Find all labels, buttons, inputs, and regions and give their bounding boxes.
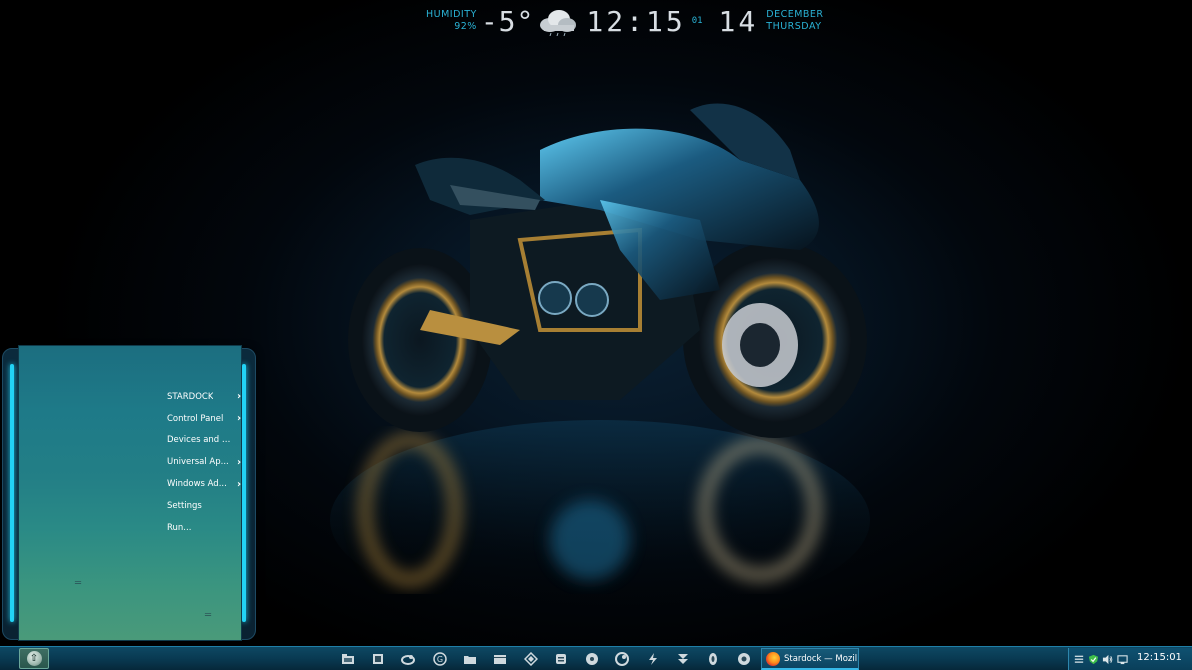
g-app-icon[interactable]: G: [432, 651, 448, 667]
humidity-block: HUMIDITY 92%: [426, 9, 477, 33]
network-icon[interactable]: [1116, 653, 1128, 665]
menu-item-control-panel[interactable]: Control Panel ›: [167, 408, 243, 430]
widget-seconds: 01: [691, 16, 703, 26]
menu-item-label: Run...: [167, 522, 192, 533]
task-label: Stardock — Mozil...: [784, 653, 858, 664]
shield-check-icon[interactable]: [1087, 653, 1099, 665]
menu-item-label: Universal Ap...: [167, 457, 229, 468]
start-menu-panel: STARDOCK › Control Panel › Devices and P…: [18, 345, 242, 641]
firefox-icon: [766, 651, 780, 666]
menu-item-universal-apps[interactable]: Universal Ap... ›: [167, 451, 243, 473]
start-menu-glow-left: [10, 364, 14, 622]
start-button[interactable]: ⇧: [19, 648, 49, 669]
temperature: -5°: [480, 4, 535, 38]
link-tool-icon[interactable]: [400, 651, 416, 667]
menu-item-windows-admin[interactable]: Windows Ad... ›: [167, 473, 243, 495]
volume-icon[interactable]: [1101, 653, 1113, 665]
app-icon[interactable]: [370, 651, 386, 667]
widget-weekday: THURSDAY: [766, 21, 822, 32]
menu-item-stardock[interactable]: STARDOCK ›: [167, 386, 243, 408]
chrome-icon[interactable]: [736, 651, 752, 667]
svg-text:G: G: [437, 655, 443, 664]
system-tray: 12:15:01: [1068, 648, 1192, 670]
chevron-right-icon: ›: [236, 456, 242, 468]
start-menu-list: STARDOCK › Control Panel › Devices and P…: [167, 386, 243, 539]
b-app-icon[interactable]: [705, 651, 721, 667]
chevron-right-icon: ›: [236, 391, 242, 403]
widget-day: 14: [718, 4, 759, 38]
chevron-right-icon: ›: [236, 478, 242, 490]
download-icon[interactable]: [675, 651, 691, 667]
resize-grip-icon[interactable]: ═: [75, 578, 81, 589]
humidity-value: 92%: [454, 21, 477, 32]
menu-item-label: Windows Ad...: [167, 479, 227, 490]
menu-item-label: Control Panel: [167, 413, 224, 424]
cloud-icon: [540, 10, 577, 36]
up-arrow-icon: ⇧: [26, 651, 42, 666]
folder-icon[interactable]: [462, 651, 478, 667]
media-icon[interactable]: [584, 651, 600, 667]
taskbar-task-firefox[interactable]: Stardock — Mozil...: [761, 648, 859, 670]
layers-icon[interactable]: [523, 651, 539, 667]
tray-clock[interactable]: 12:15:01: [1137, 652, 1182, 663]
widget-month: DECEMBER: [766, 9, 824, 20]
film-icon[interactable]: [492, 651, 508, 667]
widget-time: 12:15: [586, 4, 686, 38]
resize-grip-icon[interactable]: ═: [205, 610, 211, 621]
disk-icon[interactable]: [553, 651, 569, 667]
steam-icon[interactable]: [614, 651, 630, 667]
weather-clock-widget: HUMIDITY 92% -5° 12:15 01 14 DECEMBER TH…: [426, 4, 824, 38]
menu-item-label: STARDOCK: [167, 391, 214, 402]
chevron-right-icon: ›: [236, 413, 242, 425]
menu-item-settings[interactable]: Settings: [167, 495, 243, 517]
menu-item-label: Settings: [167, 500, 202, 511]
desktop: HUMIDITY 92% -5° 12:15 01 14 DECEMBER TH…: [0, 0, 1192, 670]
date-block: DECEMBER THURSDAY: [766, 9, 823, 33]
menu-item-devices-and-printers[interactable]: Devices and Prin...: [167, 430, 243, 452]
taskbar: ⇧ G Stardock — Mozil... 12:15:01: [0, 646, 1192, 670]
bolt-icon[interactable]: [645, 651, 661, 667]
menu-item-label: Devices and Prin...: [167, 435, 233, 446]
start-menu: STARDOCK › Control Panel › Devices and P…: [2, 344, 256, 642]
menu-icon[interactable]: [1073, 653, 1085, 665]
file-manager-icon[interactable]: [340, 651, 356, 667]
menu-item-run[interactable]: Run...: [167, 517, 243, 539]
humidity-label: HUMIDITY: [426, 9, 477, 20]
